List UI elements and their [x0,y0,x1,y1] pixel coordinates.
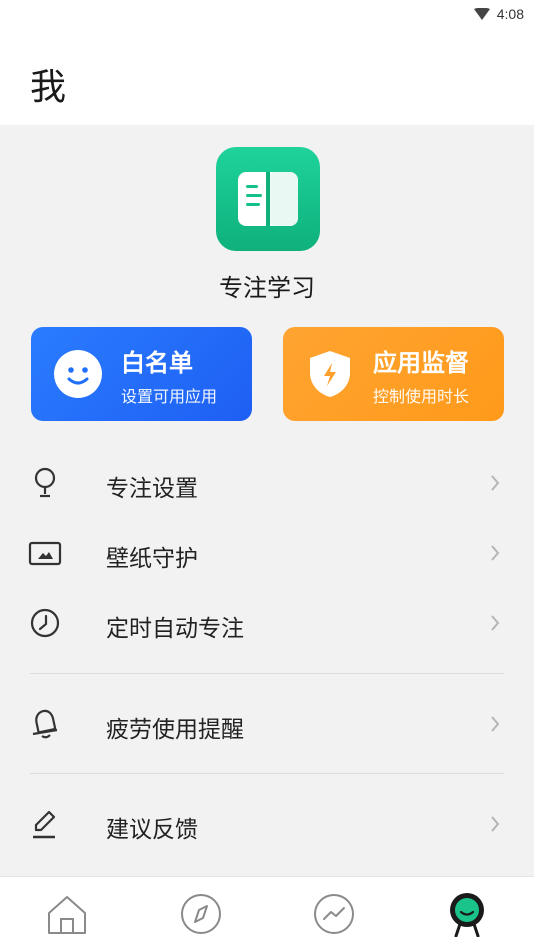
menu-label: 专注设置 [106,476,198,502]
menu-item-feedback[interactable]: 建议反馈 [0,794,534,854]
compass-icon[interactable] [178,891,224,937]
bottom-tab-bar [0,876,534,949]
app-logo[interactable] [216,147,320,251]
book-icon [238,172,298,226]
shield-bolt-icon [310,351,350,397]
home-icon[interactable] [44,891,90,937]
menu-item-fatigue-reminder[interactable]: 疲劳使用提醒 [0,694,534,754]
menu-label: 定时自动专注 [106,616,244,642]
menu-item-scheduled-focus[interactable]: 定时自动专注 [0,593,534,653]
divider [30,773,504,774]
smile-icon [54,350,102,398]
bell-icon [32,709,58,739]
app-name: 专注学习 [219,274,315,302]
chevron-right-icon [491,545,500,561]
menu-label: 建议反馈 [106,817,198,843]
menu-item-focus-settings[interactable]: 专注设置 [0,453,534,513]
profile-icon[interactable] [444,891,490,937]
menu-item-wallpaper-guard[interactable]: 壁纸守护 [0,523,534,583]
whitelist-title: 白名单 [121,349,193,377]
trend-icon[interactable] [311,891,357,937]
image-icon [28,541,62,566]
app-monitor-title: 应用监督 [373,349,469,377]
wifi-icon [474,8,490,20]
app-monitor-subtitle: 控制使用时长 [373,387,470,406]
menu-label: 壁纸守护 [106,546,198,572]
app-monitor-card[interactable]: 应用监督 控制使用时长 [283,327,504,421]
page-header: 我 [0,30,534,125]
divider [30,673,504,674]
chevron-right-icon [491,475,500,491]
whitelist-subtitle: 设置可用应用 [121,387,218,406]
chevron-right-icon [491,716,500,732]
menu-label: 疲劳使用提醒 [106,717,244,743]
whitelist-card[interactable]: 白名单 设置可用应用 [31,327,252,421]
status-bar: 4:08 [0,0,534,30]
status-time: 4:08 [496,6,524,22]
chevron-right-icon [491,615,500,631]
pencil-icon [33,810,56,839]
page-title: 我 [30,67,67,108]
lightbulb-icon [34,467,56,498]
clock-icon [30,608,60,638]
chevron-right-icon [491,816,500,832]
